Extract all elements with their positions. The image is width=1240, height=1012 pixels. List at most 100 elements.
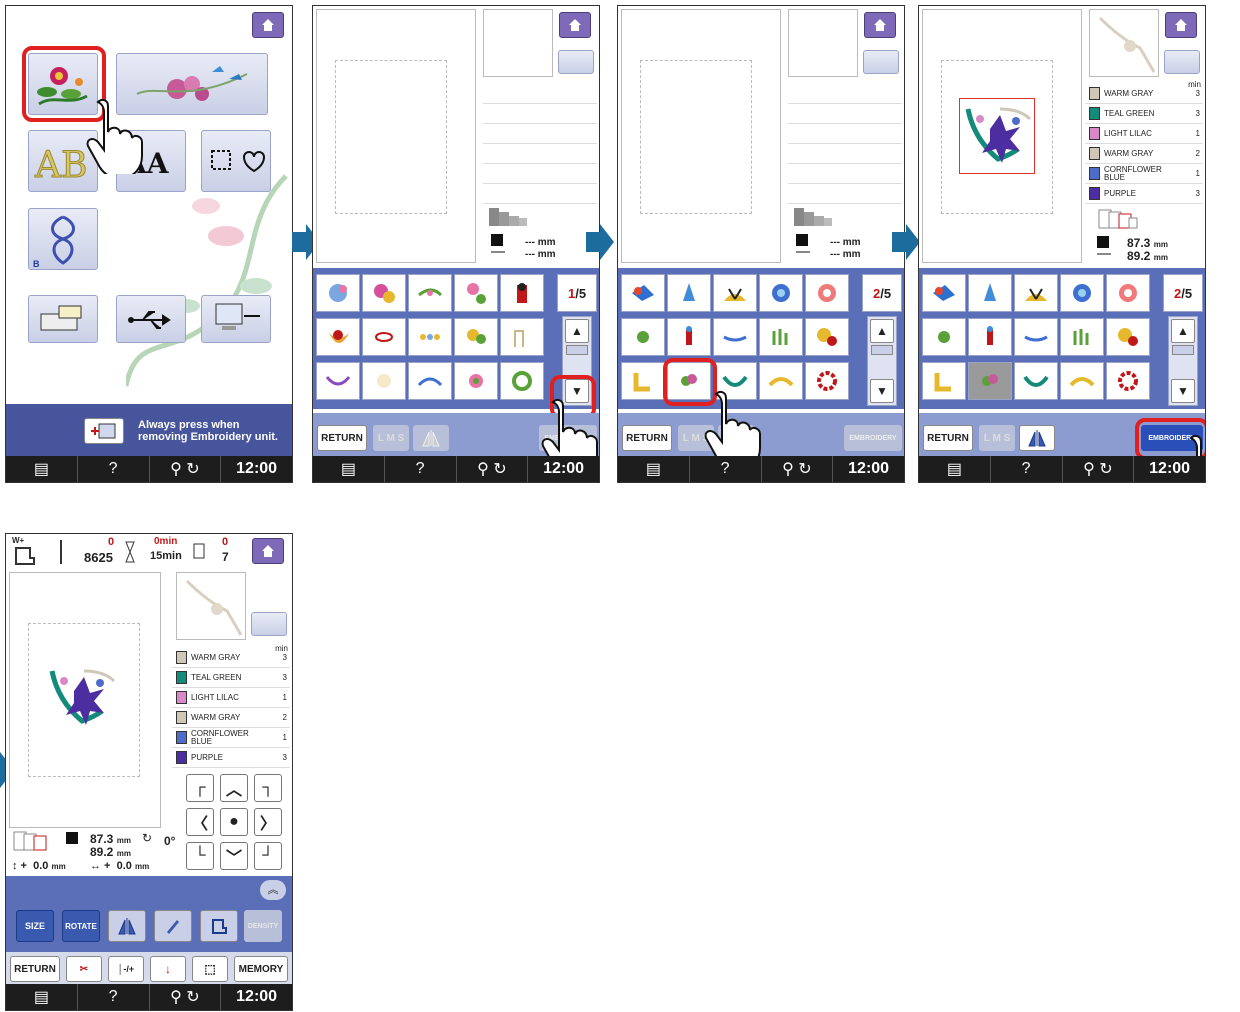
thread-color-view-button[interactable] [863,50,899,74]
move-center-button[interactable]: ● [220,808,248,836]
presser-foot-icon[interactable]: ⚲ ↻ [762,456,834,482]
help-button[interactable]: ? [78,456,150,482]
pattern-cell[interactable] [968,274,1012,312]
embroidery-button[interactable]: EMBROIDERY [844,425,902,451]
scroll-down-button[interactable]: ▼ [1171,379,1195,403]
pattern-cell[interactable] [362,318,406,356]
home-button[interactable] [252,12,284,38]
document-icon[interactable]: ▤ [313,456,385,482]
pattern-cell[interactable] [621,274,665,312]
pattern-cell[interactable] [667,318,711,356]
pattern-cell[interactable] [362,362,406,400]
pattern-cell[interactable] [805,318,849,356]
usb-button[interactable] [116,295,186,343]
pattern-cell[interactable] [454,318,498,356]
memory-button[interactable]: MEMORY [234,956,288,982]
pattern-cell[interactable] [316,274,360,312]
pattern-cell[interactable] [759,318,803,356]
mirror-button[interactable] [108,910,146,942]
scroll-thumb[interactable] [566,345,588,355]
return-button[interactable]: RETURN [622,425,672,451]
pattern-cell[interactable] [1060,362,1104,400]
pattern-cell[interactable] [1106,318,1150,356]
thread-color-view-button[interactable] [558,50,594,74]
move-down-right-button[interactable]: ┘ [254,842,282,870]
lms-button[interactable]: L M S [373,425,409,451]
pattern-cell[interactable] [1060,274,1104,312]
needle-forward-back-button[interactable]: │-/+ [108,956,144,982]
move-up-left-button[interactable]: ┌ [186,774,214,802]
thread-cut-button[interactable]: ✂ [66,956,102,982]
pattern-cell[interactable] [1014,362,1058,400]
pattern-cell[interactable] [667,274,711,312]
pattern-cell[interactable] [1106,362,1150,400]
pattern-cell[interactable] [454,362,498,400]
document-icon[interactable]: ▤ [6,456,78,482]
scroll-up-button[interactable]: ▲ [565,319,589,343]
utility-embroidery-button[interactable]: B [28,208,98,270]
help-button[interactable]: ? [78,984,150,1010]
size-button[interactable]: SIZE [16,910,54,942]
rotate-button[interactable]: ROTATE [62,910,100,942]
scroll-up-button[interactable]: ▲ [1171,319,1195,343]
presser-foot-icon[interactable]: ⚲ ↻ [457,456,529,482]
move-left-button[interactable]: 〈 [186,808,214,836]
computer-button[interactable] [201,295,271,343]
pattern-cell[interactable] [922,362,966,400]
pattern-cell[interactable] [922,274,966,312]
pattern-cell[interactable] [454,274,498,312]
pattern-cell[interactable] [1014,274,1058,312]
frame-patterns-button[interactable] [201,130,271,192]
home-button[interactable] [559,12,591,38]
pattern-cell[interactable] [316,362,360,400]
pattern-cell[interactable] [621,362,665,400]
pattern-cell[interactable] [408,362,452,400]
collapse-button[interactable]: ︽ [260,880,286,900]
pattern-cell[interactable] [922,318,966,356]
pattern-cell[interactable] [500,362,544,400]
presser-foot-button[interactable] [200,910,238,942]
scroll-up-button[interactable]: ▲ [870,319,894,343]
return-button[interactable]: RETURN [923,425,973,451]
pattern-cell[interactable] [621,318,665,356]
thread-color-view-button[interactable] [1164,50,1200,74]
scrollbar[interactable]: ▲ ▼ [1168,316,1198,406]
mirror-button[interactable] [1019,425,1055,451]
document-icon[interactable]: ▤ [618,456,690,482]
pattern-cell-selected[interactable] [968,362,1012,400]
pattern-cell[interactable] [968,318,1012,356]
move-up-button[interactable]: ︿ [220,774,248,802]
scroll-down-button[interactable]: ▼ [870,379,894,403]
trial-button[interactable]: ⬚ [192,956,228,982]
home-button[interactable] [252,538,284,564]
help-button[interactable]: ? [385,456,457,482]
move-up-right-button[interactable]: ┐ [254,774,282,802]
move-down-button[interactable]: ﹀ [220,842,248,870]
machine-memory-button[interactable] [28,295,98,343]
edit-pen-button[interactable] [154,910,192,942]
pattern-cell[interactable] [500,274,544,312]
remove-unit-button[interactable] [84,418,124,444]
scroll-thumb[interactable] [1172,345,1194,355]
density-button[interactable]: DENSITY [244,910,282,942]
presser-foot-icon[interactable]: ⚲ ↻ [150,456,222,482]
pattern-cell[interactable] [1014,318,1058,356]
mirror-button[interactable] [413,425,449,451]
pattern-cell[interactable] [805,274,849,312]
start-point-button[interactable]: ↓ [150,956,186,982]
document-icon[interactable]: ▤ [919,456,991,482]
pattern-cell[interactable] [316,318,360,356]
pattern-cell[interactable] [1060,318,1104,356]
scrollbar[interactable]: ▲ ▼ [867,316,897,406]
move-right-button[interactable]: 〉 [254,808,282,836]
presser-foot-icon[interactable]: ⚲ ↻ [150,984,222,1010]
thread-color-view-button[interactable] [251,612,287,636]
presser-foot-icon[interactable]: ⚲ ↻ [1063,456,1135,482]
pattern-cell[interactable] [408,318,452,356]
pattern-cell[interactable] [1106,274,1150,312]
pattern-cell[interactable] [759,274,803,312]
help-button[interactable]: ? [991,456,1063,482]
pattern-cell[interactable] [408,274,452,312]
return-button[interactable]: RETURN [10,956,60,982]
pattern-cell[interactable] [805,362,849,400]
